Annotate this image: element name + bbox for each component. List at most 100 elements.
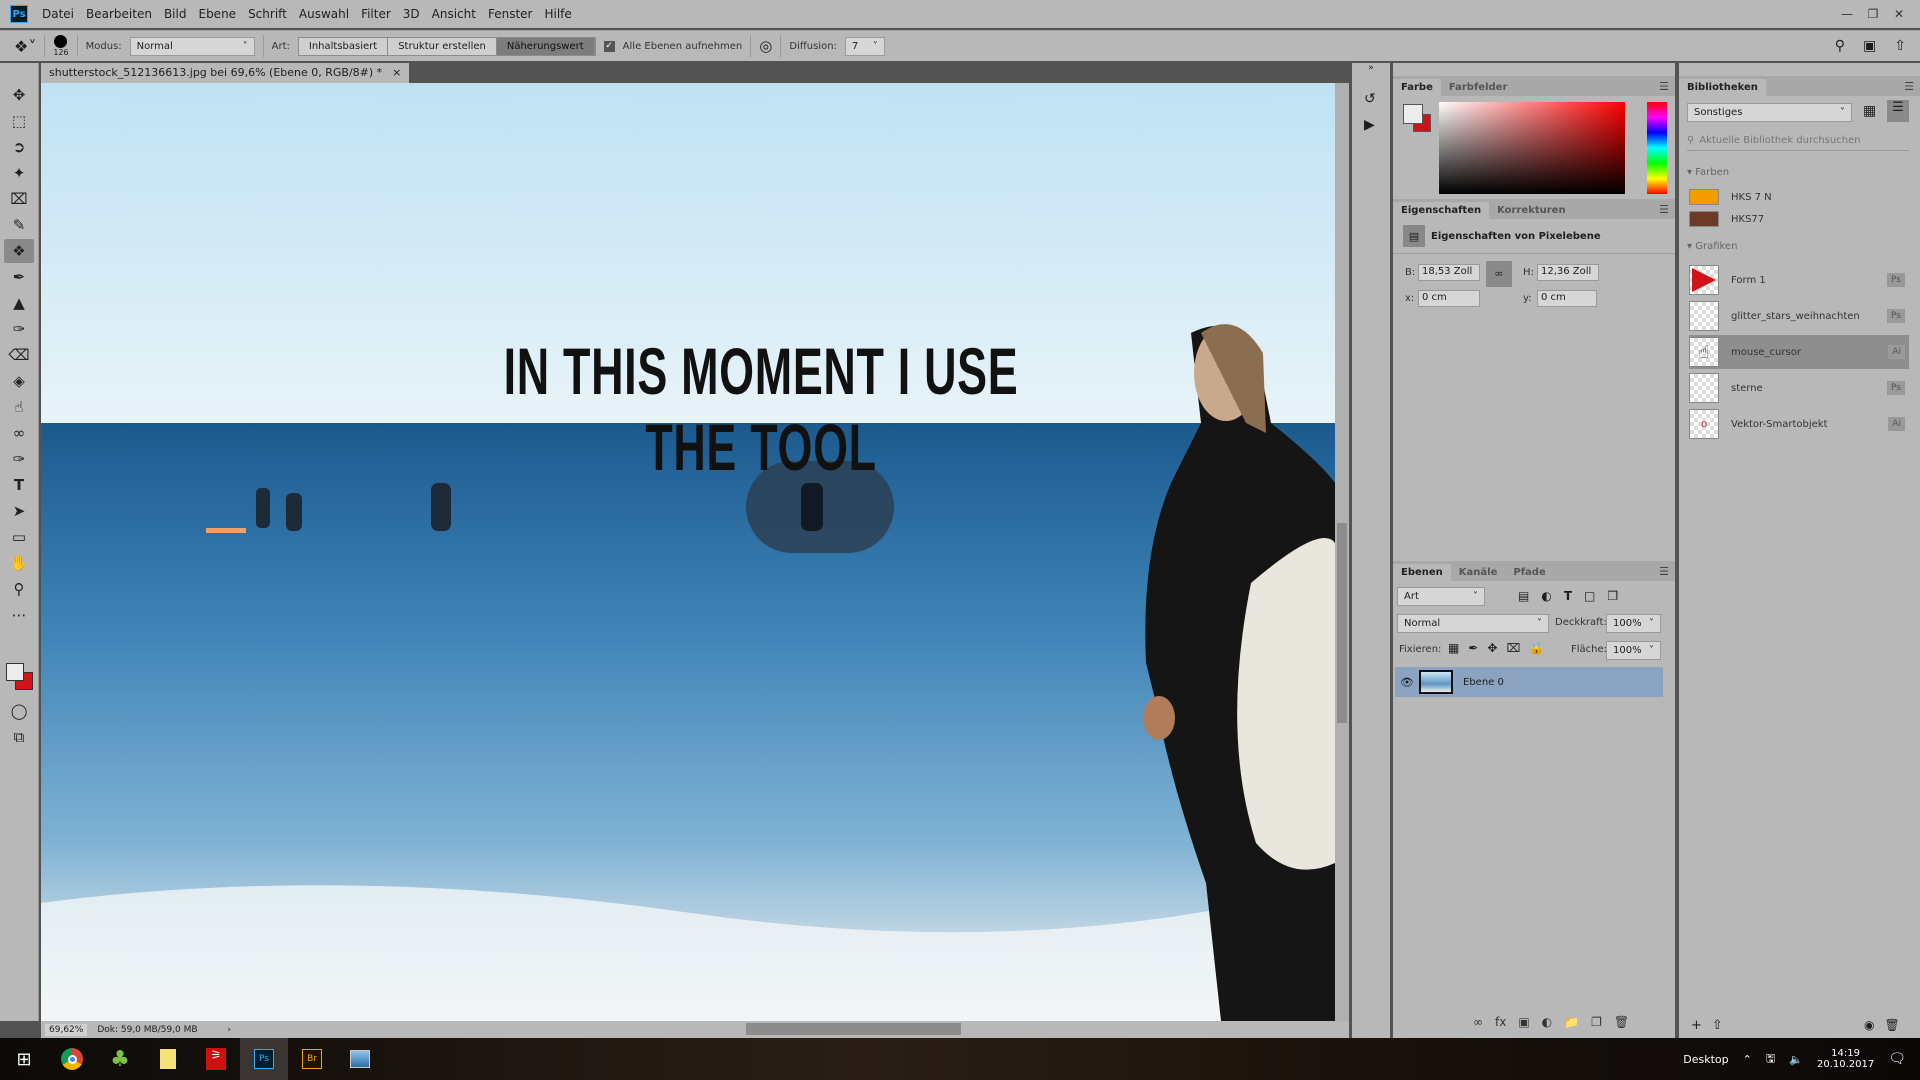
- history-icon[interactable]: ↺: [1364, 91, 1390, 107]
- menu-bearbeiten[interactable]: Bearbeiten: [86, 7, 152, 21]
- healing-brush-icon[interactable]: ❖: [4, 239, 34, 263]
- panel-menu-icon[interactable]: ☰: [1659, 565, 1669, 578]
- library-color-1[interactable]: HKS77: [1689, 211, 1764, 227]
- document-tab[interactable]: shutterstock_512136613.jpg bei 69,6% (Eb…: [41, 63, 410, 83]
- filter-adjustment-icon[interactable]: ◐: [1541, 589, 1551, 603]
- move-tool-icon[interactable]: ✥: [4, 83, 34, 107]
- library-color-0[interactable]: HKS 7 N: [1689, 189, 1772, 205]
- graphics-header[interactable]: ▾ Grafiken: [1687, 241, 1737, 252]
- tab-korrekturen[interactable]: Korrekturen: [1489, 202, 1573, 219]
- dodge-tool-icon[interactable]: ∞: [4, 421, 34, 445]
- menu-ansicht[interactable]: Ansicht: [432, 7, 476, 21]
- upload-icon[interactable]: ⇧: [1712, 1018, 1723, 1033]
- network-icon[interactable]: 🖫: [1766, 1050, 1775, 1069]
- pressure-icon[interactable]: ◎: [759, 37, 772, 55]
- blur-tool-icon[interactable]: ☝: [4, 395, 34, 419]
- chrome-icon[interactable]: [48, 1038, 96, 1080]
- tab-farbfelder[interactable]: Farbfelder: [1441, 79, 1516, 96]
- tab-ebenen[interactable]: Ebenen: [1393, 564, 1451, 581]
- menu-3d[interactable]: 3D: [403, 7, 420, 21]
- delete-layer-icon[interactable]: 🗑: [1614, 1015, 1629, 1029]
- adjustment-layer-icon[interactable]: ◐: [1542, 1015, 1552, 1029]
- library-graphic-form-1[interactable]: Form 1 Ps: [1689, 263, 1909, 297]
- delete-icon[interactable]: 🗑: [1884, 1018, 1899, 1032]
- acrobat-icon[interactable]: ⚞: [192, 1038, 240, 1080]
- desktop-toolbar[interactable]: Desktop: [1683, 1053, 1728, 1066]
- diffusion-select[interactable]: 7 ˅: [844, 36, 885, 56]
- opacity-input[interactable]: 100% ˅: [1606, 614, 1661, 633]
- clock[interactable]: 14:19 20.10.2017: [1817, 1048, 1874, 1070]
- panel-menu-icon[interactable]: ☰: [1659, 203, 1669, 216]
- library-graphic-mouse-cursor[interactable]: ☝ mouse_cursor Ai: [1689, 335, 1909, 369]
- horizontal-scroll-thumb[interactable]: [746, 1023, 961, 1035]
- menu-auswahl[interactable]: Auswahl: [299, 7, 349, 21]
- lock-pixels-icon[interactable]: ✒: [1468, 641, 1478, 655]
- lock-artboard-icon[interactable]: ⌧: [1506, 641, 1520, 655]
- link-icon[interactable]: ∞: [1486, 261, 1512, 287]
- cc-sync-icon[interactable]: ◉: [1864, 1018, 1874, 1032]
- visibility-eye-icon[interactable]: 👁: [1395, 676, 1419, 689]
- add-element-icon[interactable]: +: [1691, 1018, 1702, 1033]
- art-struktur-erstellen[interactable]: Struktur erstellen: [388, 37, 497, 55]
- grid-view-icon[interactable]: ▦: [1863, 103, 1876, 119]
- list-view-icon[interactable]: ☰: [1887, 100, 1909, 122]
- panel-menu-icon[interactable]: ☰: [1904, 80, 1914, 93]
- color-foreground[interactable]: [1403, 104, 1423, 124]
- eyedropper-icon[interactable]: ✎: [4, 213, 34, 237]
- tab-bibliotheken[interactable]: Bibliotheken: [1679, 79, 1766, 96]
- menu-filter[interactable]: Filter: [361, 7, 391, 21]
- menu-fenster[interactable]: Fenster: [488, 7, 533, 21]
- filter-shape-icon[interactable]: □: [1584, 589, 1595, 603]
- library-select[interactable]: Sonstiges ˅: [1687, 103, 1852, 122]
- layer-filter-select[interactable]: Art ˅: [1397, 587, 1485, 606]
- modus-select[interactable]: Normal ˅: [129, 36, 255, 56]
- library-graphic-glitter[interactable]: glitter_stars_weihnachten Ps: [1689, 299, 1909, 333]
- x-input[interactable]: 0 cm: [1418, 290, 1480, 307]
- clover-icon[interactable]: ♣: [96, 1038, 144, 1080]
- brush-tool-icon[interactable]: ✒: [4, 265, 34, 289]
- history-brush-icon[interactable]: ✑: [4, 317, 34, 341]
- zoom-level[interactable]: 69,62%: [45, 1023, 88, 1036]
- menu-datei[interactable]: Datei: [42, 7, 74, 21]
- actions-play-icon[interactable]: ▶: [1364, 117, 1390, 133]
- marquee-tool-icon[interactable]: ⬚: [4, 109, 34, 133]
- layer-row[interactable]: 👁 Ebene 0: [1395, 667, 1663, 697]
- brush-picker[interactable]: 126: [53, 35, 69, 57]
- filter-type-icon[interactable]: T: [1564, 589, 1572, 603]
- zoom-tool-icon[interactable]: ⚲: [4, 577, 34, 601]
- filter-smartobject-icon[interactable]: ❐: [1607, 589, 1618, 603]
- crop-tool-icon[interactable]: ⌧: [4, 187, 34, 211]
- tray-expand-icon[interactable]: ⌃: [1743, 1053, 1752, 1066]
- magic-wand-icon[interactable]: ✦: [4, 161, 34, 185]
- status-menu-icon[interactable]: ›: [227, 1025, 231, 1035]
- minimize-icon[interactable]: —: [1834, 7, 1860, 21]
- lock-all-icon[interactable]: 🔒: [1529, 641, 1544, 655]
- panel-menu-icon[interactable]: ☰: [1659, 80, 1669, 93]
- fill-input[interactable]: 100% ˅: [1606, 641, 1661, 660]
- menu-ebene[interactable]: Ebene: [198, 7, 236, 21]
- foreground-color-swatch[interactable]: [6, 663, 24, 681]
- tab-pfade[interactable]: Pfade: [1505, 564, 1553, 581]
- sample-all-checkbox[interactable]: ✓: [603, 40, 615, 52]
- close-window-icon[interactable]: ✕: [1886, 7, 1912, 21]
- menu-hilfe[interactable]: Hilfe: [544, 7, 571, 21]
- tab-eigenschaften[interactable]: Eigenschaften: [1393, 202, 1490, 219]
- quick-mask-icon[interactable]: ◯: [4, 699, 34, 723]
- rectangle-tool-icon[interactable]: ▭: [4, 525, 34, 549]
- more-tools-icon[interactable]: ⋯: [4, 603, 34, 627]
- new-layer-icon[interactable]: ❐: [1591, 1015, 1602, 1029]
- library-search[interactable]: ⚲ Aktuelle Bibliothek durchsuchen: [1687, 131, 1909, 151]
- add-mask-icon[interactable]: ▣: [1518, 1015, 1529, 1029]
- type-tool-icon[interactable]: T: [4, 473, 34, 497]
- paint-bucket-icon[interactable]: ◈: [4, 369, 34, 393]
- library-graphic-vektor[interactable]: o Vektor-Smartobjekt Ai: [1689, 407, 1909, 441]
- tab-kanaele[interactable]: Kanäle: [1451, 564, 1506, 581]
- new-group-icon[interactable]: 📁: [1564, 1015, 1579, 1029]
- width-input[interactable]: 18,53 Zoll: [1418, 264, 1480, 281]
- path-selection-icon[interactable]: ➤: [4, 499, 34, 523]
- blend-mode-select[interactable]: Normal ˅: [1397, 614, 1549, 633]
- vertical-scrollbar[interactable]: [1335, 83, 1349, 1021]
- fx-icon[interactable]: fx: [1495, 1015, 1506, 1029]
- close-tab-icon[interactable]: ×: [392, 66, 401, 80]
- photoshop-taskbar-icon[interactable]: Ps: [240, 1038, 288, 1080]
